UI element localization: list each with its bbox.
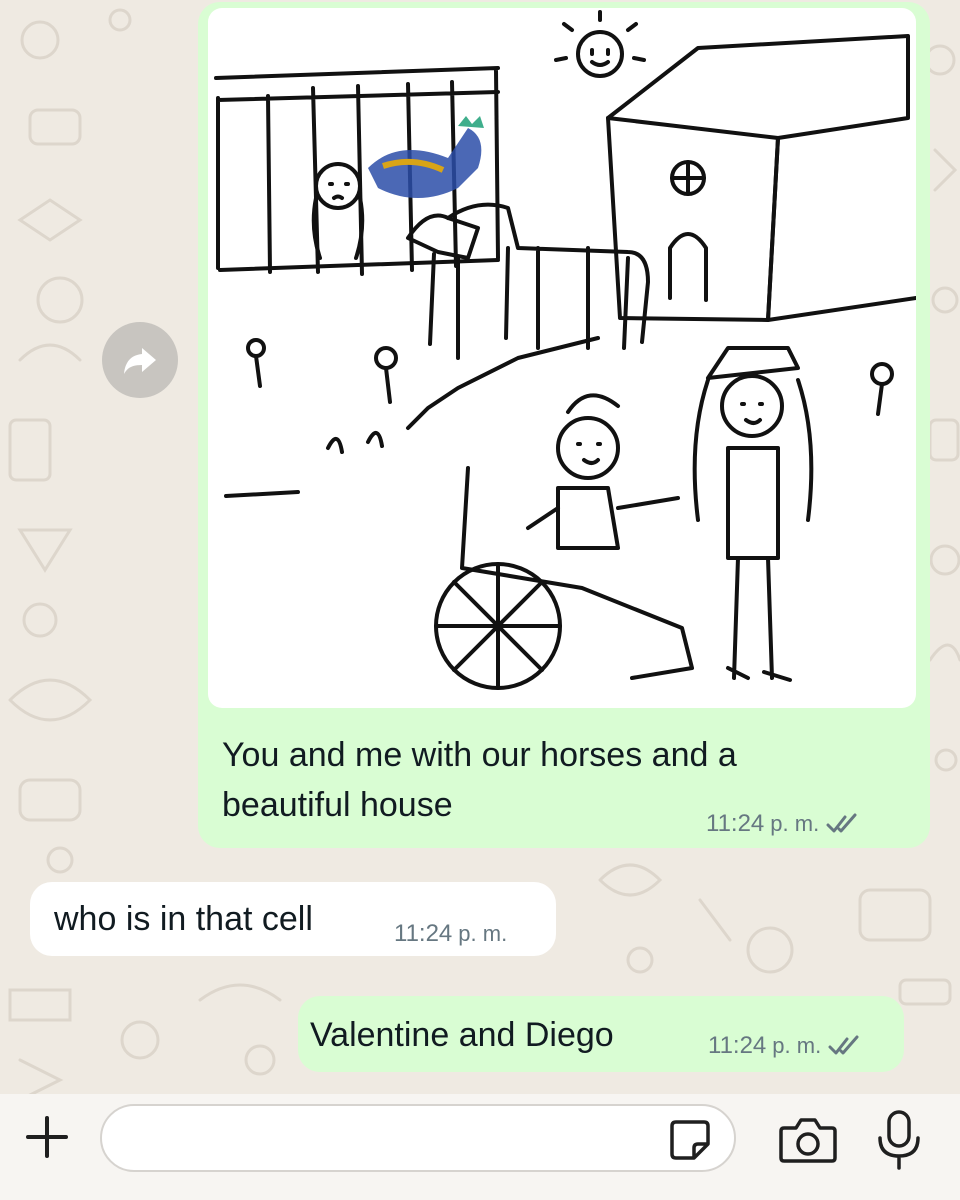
- message-time: 11:24: [708, 1032, 767, 1059]
- forward-button[interactable]: [102, 322, 178, 398]
- drawing-image[interactable]: [208, 8, 916, 708]
- outgoing-text-message[interactable]: Valentine and Diego 11:24 p. m.: [298, 996, 904, 1072]
- read-ticks-icon: [826, 813, 857, 833]
- message-meta: 11:24 p. m.: [706, 810, 861, 838]
- message-time: 11:24: [394, 920, 453, 947]
- sketch-illustration: [214, 10, 916, 690]
- message-input-container: [100, 1104, 736, 1172]
- message-time-suffix: p. m.: [458, 921, 508, 946]
- outgoing-image-message[interactable]: You and me with our horses and a beautif…: [198, 2, 930, 848]
- message-input[interactable]: [126, 1120, 650, 1158]
- message-time-suffix: p. m.: [772, 1033, 822, 1058]
- forward-arrow-icon: [124, 348, 156, 374]
- message-text: who is in that cell: [54, 900, 313, 938]
- message-time-suffix: p. m.: [770, 811, 820, 836]
- message-meta: 11:24 p. m.: [708, 1032, 863, 1060]
- incoming-text-message[interactable]: who is in that cell 11:24 p. m.: [30, 882, 556, 956]
- plus-icon[interactable]: [22, 1112, 72, 1162]
- message-meta: 11:24 p. m.: [394, 920, 507, 948]
- message-text: Valentine and Diego: [310, 1016, 614, 1054]
- microphone-icon[interactable]: [872, 1108, 926, 1172]
- camera-icon[interactable]: [778, 1114, 838, 1166]
- message-time: 11:24: [706, 810, 765, 837]
- read-ticks-icon: [828, 1035, 859, 1055]
- sticker-icon[interactable]: [668, 1118, 712, 1162]
